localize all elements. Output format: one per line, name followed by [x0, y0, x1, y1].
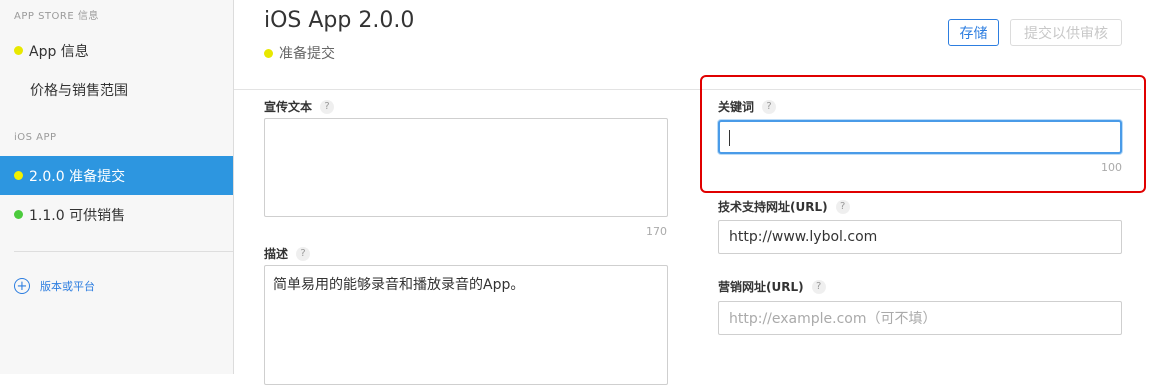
promo-text-char-counter: 170 — [646, 225, 667, 238]
description-value: 简单易用的能够录音和播放录音的App。 — [273, 277, 525, 293]
sidebar-item-label: 1.1.0 可供销售 — [29, 207, 126, 224]
support-url-input[interactable]: http://www.lybol.com — [718, 220, 1122, 254]
help-icon[interactable]: ? — [296, 246, 311, 261]
support-url-value: http://www.lybol.com — [729, 229, 878, 245]
sidebar: APP STORE 信息 App 信息 价格与销售范围 iOS APP 2.0.… — [0, 0, 234, 374]
marketing-url-placeholder: http://example.com（可不填） — [729, 311, 937, 327]
sidebar-item-version-1-1-0[interactable]: 1.1.0 可供销售 — [0, 195, 233, 234]
marketing-url-label-text: 营销网址(URL) — [718, 280, 804, 294]
sidebar-item-pricing[interactable]: 价格与销售范围 — [0, 70, 233, 109]
promo-text-label: 宣传文本 ? — [264, 98, 335, 115]
save-button[interactable]: 存储 — [948, 19, 999, 46]
status-dot-icon — [14, 46, 23, 55]
sidebar-divider — [14, 251, 233, 252]
submit-for-review-button[interactable]: 提交以供审核 — [1010, 19, 1122, 46]
support-url-label: 技术支持网址(URL) ? — [718, 198, 850, 215]
sidebar-item-label: 2.0.0 准备提交 — [29, 168, 126, 185]
sidebar-item-app-info[interactable]: App 信息 — [0, 31, 233, 70]
add-version-or-platform-button[interactable]: + 版本或平台 — [14, 278, 95, 294]
help-icon[interactable]: ? — [762, 99, 777, 114]
description-field[interactable]: 简单易用的能够录音和播放录音的App。 — [264, 265, 668, 385]
text-caret — [729, 130, 730, 146]
plus-circle-icon: + — [14, 278, 30, 294]
description-label: 描述 ? — [264, 245, 311, 262]
help-icon[interactable]: ? — [811, 279, 826, 294]
status-dot-icon — [14, 171, 23, 180]
help-icon[interactable]: ? — [835, 199, 850, 214]
sidebar-item-label: 价格与销售范围 — [30, 82, 128, 99]
promo-text-field[interactable] — [264, 118, 668, 217]
sidebar-item-label: App 信息 — [29, 43, 89, 60]
promo-text-label-text: 宣传文本 — [264, 100, 313, 114]
keywords-label-text: 关键词 — [718, 100, 755, 114]
keywords-input[interactable] — [718, 120, 1122, 154]
page-title: iOS App 2.0.0 — [264, 8, 415, 33]
description-label-text: 描述 — [264, 247, 289, 261]
status-text: 准备提交 — [279, 46, 335, 62]
marketing-url-input[interactable]: http://example.com（可不填） — [718, 301, 1122, 335]
help-icon[interactable]: ? — [320, 99, 335, 114]
sidebar-item-version-2-0-0[interactable]: 2.0.0 准备提交 — [0, 156, 233, 195]
header-divider — [234, 89, 1141, 90]
status-indicator: 准备提交 — [264, 43, 335, 63]
keywords-label: 关键词 ? — [718, 98, 777, 115]
status-dot-icon — [264, 48, 273, 58]
keywords-char-counter: 100 — [1101, 161, 1122, 174]
status-dot-icon — [14, 210, 23, 219]
sidebar-section-app-store: APP STORE 信息 — [14, 11, 99, 22]
sidebar-section-ios-app: iOS APP — [14, 132, 57, 143]
add-platform-label: 版本或平台 — [40, 280, 95, 293]
marketing-url-label: 营销网址(URL) ? — [718, 278, 826, 295]
support-url-label-text: 技术支持网址(URL) — [718, 200, 828, 214]
